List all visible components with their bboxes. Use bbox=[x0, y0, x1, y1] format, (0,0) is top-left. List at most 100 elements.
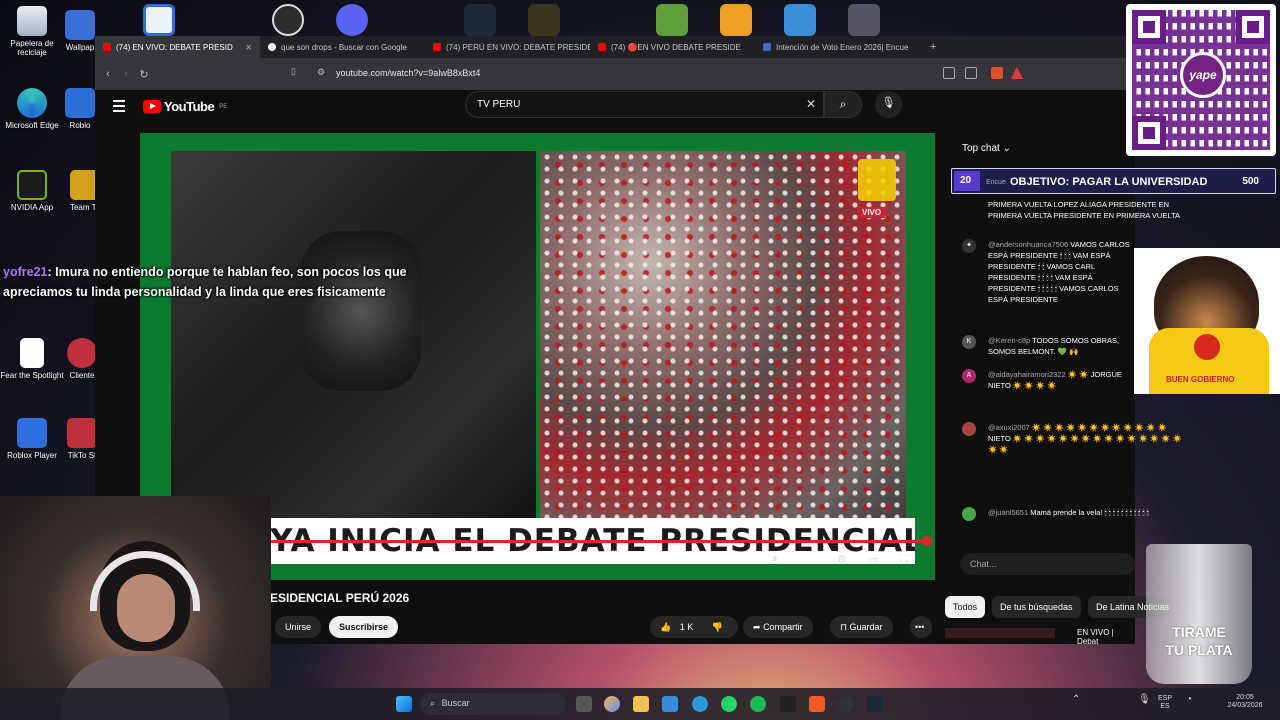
chat-message: @aidayahairamori2322 ☀️ ☀️ JORGUE NIETO … bbox=[988, 370, 1122, 390]
taskbar-search[interactable]: ⌕ Buscar bbox=[420, 693, 566, 715]
app-f-icon[interactable] bbox=[784, 4, 816, 36]
store-icon[interactable] bbox=[662, 696, 678, 712]
pause-icon[interactable]: ⏸ bbox=[772, 553, 778, 566]
clock[interactable]: 20:05 24/03/2026 bbox=[1220, 694, 1270, 710]
theater-icon[interactable]: ▭ bbox=[868, 553, 878, 566]
chip-all[interactable]: Todos bbox=[945, 596, 986, 618]
google-tab-icon bbox=[268, 43, 276, 51]
progress-handle[interactable] bbox=[922, 536, 932, 546]
app-icon-blue[interactable] bbox=[143, 4, 175, 36]
tip-jar-glass: TIRAME TU PLATA bbox=[1146, 544, 1252, 684]
spotify-icon[interactable] bbox=[750, 696, 766, 712]
desktop-icon-edge[interactable]: Microsoft Edge bbox=[0, 88, 64, 130]
nvidia-icon bbox=[17, 170, 47, 200]
join-button[interactable]: Unirse bbox=[275, 616, 322, 638]
new-tab-button[interactable]: + bbox=[920, 41, 946, 53]
youtube-play-icon bbox=[143, 100, 161, 113]
chat-input[interactable]: Chat... bbox=[960, 553, 1135, 575]
donation-goal-bar: 20 Encue OBJETIVO: PAGAR LA UNIVERSIDAD … bbox=[951, 168, 1276, 194]
video-left-panel bbox=[171, 151, 536, 521]
tab-vote-intention[interactable]: Intención de Voto Enero 2026| Encue bbox=[755, 36, 920, 58]
tiktok-icon bbox=[67, 418, 97, 448]
next-video-title: EN VIVO | Debat bbox=[1077, 628, 1114, 646]
counter-strike-icon[interactable] bbox=[720, 4, 752, 36]
more-actions-button[interactable]: ••• bbox=[910, 616, 932, 638]
tab-debate-live[interactable]: (74) EN VIVO: DEBATE PRESID ✕ bbox=[95, 36, 260, 58]
save-button[interactable]: ⊓ Guardar bbox=[830, 616, 893, 638]
chat-message: @juanl5651 Mamá prende la vela! 🕯 🕯 🕯 🕯 … bbox=[988, 508, 1149, 517]
screen-icon[interactable] bbox=[943, 67, 955, 79]
url-field[interactable]: youtube.com/watch?v=9alwB8xBxt4 bbox=[336, 68, 480, 78]
desktop-icon-roblox-player[interactable]: Roblox Player bbox=[0, 418, 64, 460]
mic-icon: 🎙 bbox=[881, 97, 896, 109]
file-explorer-icon[interactable] bbox=[633, 696, 649, 712]
chat-message: @axuxi2007 ☀️ ☀️ ☀️ ☀️ ☀️ ☀️ ☀️ ☀️ ☀️ ☀️… bbox=[988, 423, 1183, 454]
youtube-logo[interactable]: YouTube PE bbox=[143, 99, 227, 114]
copilot-icon[interactable] bbox=[604, 696, 620, 712]
tab-peru-debate[interactable]: (74) PERÚ EN VIVO: DEBATE PRESIDE bbox=[425, 36, 590, 58]
windows-start-icon[interactable] bbox=[396, 696, 412, 712]
mic-button[interactable]: 🎙 bbox=[875, 91, 902, 118]
chevron-down-icon: ⌄ bbox=[1002, 143, 1011, 154]
desktop-icon-nvidia[interactable]: NVIDIA App bbox=[0, 170, 64, 212]
steam-taskbar-icon[interactable] bbox=[867, 696, 883, 712]
search-icon: ⌕ bbox=[430, 698, 436, 708]
forward-icon[interactable]: › bbox=[117, 68, 135, 80]
desktop-icon-roblox-studio[interactable]: Roblo bbox=[60, 88, 100, 130]
search-button[interactable]: ⌕ bbox=[824, 91, 862, 118]
dog-sticker: BUEN GOBIERNO bbox=[1134, 248, 1280, 394]
task-view-icon[interactable] bbox=[576, 696, 592, 712]
like-button[interactable]: 👍 1 K 👎 bbox=[650, 616, 738, 638]
minecraft-icon[interactable] bbox=[656, 4, 688, 36]
file-icon bbox=[20, 338, 44, 368]
sun-logo bbox=[1194, 334, 1220, 360]
next-video-item[interactable]: EN VIVO | Debat bbox=[945, 626, 1130, 646]
capcut-icon[interactable] bbox=[780, 696, 796, 712]
menu-icon[interactable] bbox=[113, 100, 125, 115]
tray-overflow-icon[interactable]: ⌃ bbox=[1072, 695, 1080, 705]
thumbs-down-icon: 👎 bbox=[711, 622, 723, 632]
penguin-icon[interactable] bbox=[848, 4, 880, 36]
fullscreen-icon[interactable]: ⛶ bbox=[900, 553, 908, 566]
close-tab-icon[interactable]: ✕ bbox=[245, 43, 252, 52]
settings-icon[interactable]: ⚙ bbox=[837, 553, 847, 566]
reload-icon[interactable]: ↻ bbox=[135, 68, 153, 81]
obs-taskbar-icon[interactable] bbox=[838, 696, 854, 712]
edge-taskbar-icon[interactable] bbox=[692, 696, 708, 712]
obs-icon[interactable] bbox=[272, 4, 304, 36]
share-arrow-icon: ➦ bbox=[753, 622, 761, 632]
chat-mode-selector[interactable]: Top chat ⌄ bbox=[962, 143, 1011, 154]
share-button[interactable]: ➦ Compartir bbox=[743, 616, 813, 638]
back-icon[interactable]: ‹ bbox=[99, 68, 117, 80]
recycle-bin-icon bbox=[17, 6, 47, 36]
chat-message: PRIMERA VUELTA LOPEZ ALIAGA PRESIDENTE E… bbox=[988, 200, 1180, 220]
subscribe-button[interactable]: Suscribirse bbox=[329, 616, 399, 638]
avatar: K bbox=[962, 335, 976, 349]
chip-your-searches[interactable]: De tus búsquedas bbox=[992, 596, 1081, 618]
tab-google-search[interactable]: que son drops - Buscar con Google bbox=[260, 36, 425, 58]
youtube-tab-icon bbox=[598, 43, 606, 51]
steam-icon[interactable] bbox=[464, 4, 496, 36]
brave-taskbar-icon[interactable] bbox=[809, 696, 825, 712]
discord-icon[interactable] bbox=[336, 4, 368, 36]
language-indicator[interactable]: ESP ES bbox=[1158, 695, 1172, 711]
bookmark-icon[interactable]: ▯ bbox=[291, 66, 296, 77]
chat-overlay-message: yofre21: Imura no entiendo porque te hab… bbox=[3, 265, 407, 299]
search-input[interactable]: TV PERU bbox=[465, 91, 824, 118]
brave-rewards-icon[interactable] bbox=[1011, 67, 1023, 79]
tab-live-debate[interactable]: (74) 🔴EN VIVO DEBATE PRESIDE bbox=[590, 36, 755, 58]
game-icon[interactable] bbox=[528, 4, 560, 36]
wifi-icon[interactable]: ◔ bbox=[1186, 695, 1192, 705]
clear-search-icon[interactable]: ✕ bbox=[806, 97, 816, 111]
desktop-icon-fear-spotlight[interactable]: Fear the Spotlight bbox=[0, 338, 64, 380]
brave-shield-icon[interactable] bbox=[991, 67, 1003, 79]
streamer-webcam bbox=[0, 496, 271, 720]
site-info-icon[interactable]: ⚙ bbox=[317, 67, 325, 78]
whatsapp-icon[interactable] bbox=[721, 696, 737, 712]
bookmark-save-icon: ⊓ bbox=[840, 622, 848, 632]
channel-logo bbox=[858, 159, 896, 201]
wallpaper-icon bbox=[65, 10, 95, 40]
network-icon[interactable]: 🎙 bbox=[1138, 695, 1151, 705]
progress-bar[interactable] bbox=[270, 540, 925, 543]
share-icon[interactable] bbox=[965, 67, 977, 79]
